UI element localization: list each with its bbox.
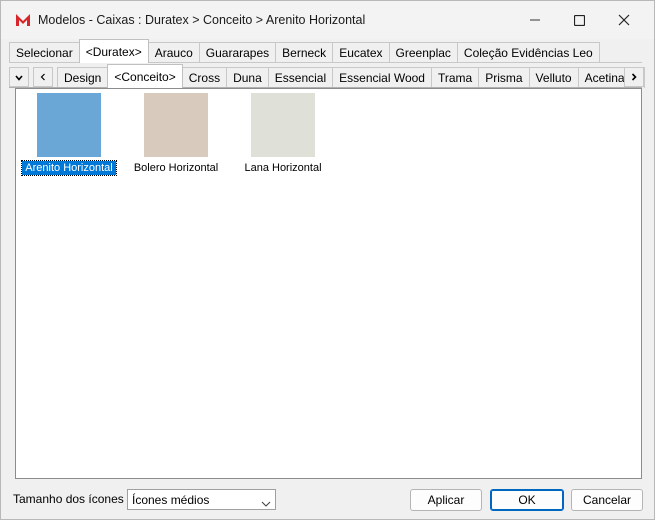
tab-label: Duna: [233, 71, 262, 85]
close-button[interactable]: [601, 1, 647, 39]
tab-label: Cross: [188, 71, 221, 85]
tab-duratex[interactable]: <Duratex>: [78, 39, 149, 63]
material-label: Arenito Horizontal: [21, 160, 117, 176]
tab-prisma[interactable]: Prisma: [478, 67, 530, 88]
tab-label: Essencial: [274, 71, 327, 85]
tab-label: Guararapes: [205, 46, 270, 60]
icon-size-select[interactable]: Ícones médios: [127, 489, 276, 510]
tab-velluto[interactable]: Velluto: [528, 67, 579, 88]
cancel-button[interactable]: Cancelar: [571, 489, 643, 511]
materials-view[interactable]: Arenito Horizontal Bolero Horizontal Lan…: [15, 88, 642, 479]
material-swatch: [251, 93, 315, 157]
tab-label: Trama: [437, 71, 473, 85]
title-bar: Modelos - Caixas : Duratex > Conceito > …: [1, 1, 654, 39]
tabs-scroll-right-button[interactable]: [624, 67, 644, 87]
dialog-window: Modelos - Caixas : Duratex > Conceito > …: [0, 0, 655, 520]
apply-button[interactable]: Aplicar: [410, 489, 482, 511]
tab-label: Prisma: [485, 71, 523, 85]
minimize-icon: [530, 15, 540, 25]
tab-label: Selecionar: [16, 46, 73, 60]
maximize-button[interactable]: [556, 1, 602, 39]
tab-essencial-wood[interactable]: Essencial Wood: [332, 67, 432, 88]
tab-berneck[interactable]: Berneck: [275, 42, 334, 63]
ok-button[interactable]: OK: [490, 489, 564, 511]
tab-label: Berneck: [282, 46, 327, 60]
cancel-button-label: Cancelar: [582, 493, 632, 507]
tab-eucatex[interactable]: Eucatex: [332, 42, 390, 63]
tab-design[interactable]: Design: [57, 67, 109, 88]
chevron-right-icon: [631, 70, 637, 84]
tab-duna[interactable]: Duna: [226, 67, 269, 88]
icon-size-value: Ícones médios: [132, 492, 210, 507]
close-icon: [618, 14, 630, 26]
chevron-down-icon: [261, 496, 271, 510]
maximize-icon: [573, 14, 585, 26]
brand-tab-strip: Selecionar <Duratex> Arauco Guararapes B…: [9, 39, 600, 63]
material-label: Lana Horizontal: [244, 162, 322, 174]
tab-label: Design: [64, 71, 102, 85]
tab-label: Velluto: [535, 71, 572, 85]
tab-trama[interactable]: Trama: [430, 67, 480, 88]
tab-label: <Duratex>: [85, 44, 142, 59]
tab-conceito[interactable]: <Conceito>: [107, 64, 183, 88]
line-tab-strip: Design <Conceito> Cross Duna Essencial E…: [9, 64, 645, 88]
ok-button-label: OK: [518, 493, 536, 507]
icon-size-label: Tamanho dos ícones: [13, 492, 124, 506]
minimize-button[interactable]: [512, 1, 558, 39]
tab-essencial[interactable]: Essencial: [267, 67, 334, 88]
tab-label: Coleção Evidências Leo: [463, 46, 593, 60]
tab-label: Greenplac: [395, 46, 451, 60]
tabs-scroll-left-button[interactable]: [33, 67, 53, 87]
chevron-left-icon: [40, 70, 46, 84]
tab-arauco[interactable]: Arauco: [147, 42, 200, 63]
tab-selecionar[interactable]: Selecionar: [9, 42, 80, 63]
tab-label: Eucatex: [339, 46, 383, 60]
tab-label: <Conceito>: [114, 69, 176, 84]
tab-label: Essencial Wood: [339, 71, 425, 85]
chevron-down-icon: [15, 70, 23, 84]
tab-greenplac[interactable]: Greenplac: [388, 42, 458, 63]
tab-colecao-evidencias-leo[interactable]: Coleção Evidências Leo: [456, 42, 600, 63]
material-item-arenito-horizontal[interactable]: Arenito Horizontal: [14, 93, 124, 176]
tab-guararapes[interactable]: Guararapes: [198, 42, 277, 63]
material-item-bolero-horizontal[interactable]: Bolero Horizontal: [121, 93, 231, 175]
m-logo-icon: [15, 13, 31, 27]
tab-cross[interactable]: Cross: [181, 67, 228, 88]
material-swatch: [37, 93, 101, 157]
tab-label: Arauco: [154, 46, 193, 60]
material-label: Bolero Horizontal: [133, 162, 219, 174]
apply-button-label: Aplicar: [427, 493, 465, 507]
material-swatch: [144, 93, 208, 157]
tabs-dropdown-button[interactable]: [9, 67, 29, 87]
material-item-lana-horizontal[interactable]: Lana Horizontal: [228, 93, 338, 175]
window-title: Modelos - Caixas : Duratex > Conceito > …: [38, 13, 366, 27]
